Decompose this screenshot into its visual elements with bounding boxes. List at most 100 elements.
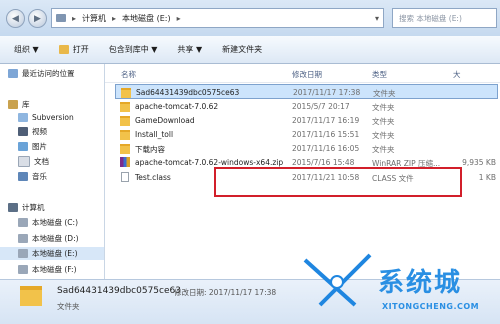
- folder-icon: [120, 102, 130, 112]
- column-header: 名称 修改日期 类型 大: [105, 64, 500, 83]
- chevron-right-icon: ▸: [112, 13, 117, 23]
- file-date: 2017/11/16 16:05: [292, 144, 360, 153]
- file-type: 文件夹: [372, 117, 395, 126]
- chevron-down-icon[interactable]: ▾: [375, 14, 379, 23]
- share-button[interactable]: 共享 ▼: [177, 44, 202, 55]
- include-in-library-label: 包含到库中 ▼: [108, 45, 158, 54]
- pictures-icon: [18, 142, 28, 151]
- nav-item-subversion[interactable]: Subversion: [18, 111, 74, 124]
- nav-label: 本地磁盘 (F:): [32, 265, 77, 274]
- watermark-url: XITONGCHENG.COM: [382, 302, 480, 311]
- nav-label: 视频: [32, 127, 47, 136]
- breadcrumb-drive-e[interactable]: 本地磁盘 (E:): [122, 13, 171, 24]
- file-name: Test.class: [135, 173, 171, 182]
- folder-icon: [20, 286, 42, 306]
- column-date[interactable]: 修改日期: [292, 69, 322, 80]
- nav-item-drive-f[interactable]: 本地磁盘 (F:): [18, 263, 77, 276]
- recent-places-icon: [8, 69, 18, 78]
- folder-icon: [120, 116, 130, 126]
- file-date: 2017/11/16 15:51: [292, 130, 360, 139]
- column-type[interactable]: 类型: [372, 69, 387, 80]
- open-button[interactable]: 打开: [58, 44, 89, 55]
- back-button[interactable]: ◀: [6, 9, 25, 28]
- chevron-right-icon: ▸: [176, 13, 181, 23]
- file-type: 文件夹: [373, 89, 396, 98]
- watermark-text: 系统城: [378, 268, 463, 298]
- nav-item-drive-e[interactable]: 本地磁盘 (E:): [0, 247, 104, 260]
- nav-item-pictures[interactable]: 图片: [18, 140, 47, 153]
- selected-item-name: Sad64431439dbc0575ce63: [57, 286, 181, 296]
- table-row[interactable]: apache-tomcat-7.0.62 2015/5/7 20:17 文件夹: [115, 99, 498, 114]
- selected-item-modified: 修改日期: 2017/11/17 17:38: [174, 288, 277, 297]
- open-icon: [58, 45, 69, 54]
- nav-item-library[interactable]: 库: [8, 98, 30, 111]
- address-input[interactable]: ▸ 计算机 ▸ 本地磁盘 (E:) ▸ ▾: [51, 8, 384, 28]
- winrar-archive-icon: [120, 157, 130, 167]
- nav-label: 计算机: [22, 203, 45, 212]
- drive-icon: [18, 249, 28, 258]
- command-bar: 组织 ▼ 打开 包含到库中 ▼ 共享 ▼ 新建文件夹: [0, 36, 500, 64]
- nav-label: Subversion: [32, 113, 74, 122]
- file-name: 下载内容: [135, 145, 165, 154]
- watermark-logo-icon: [303, 253, 372, 307]
- table-row[interactable]: Install_toll 2017/11/16 15:51 文件夹: [115, 127, 498, 142]
- nav-item-drive-c[interactable]: 本地磁盘 (C:): [18, 216, 78, 229]
- file-size: 9,935 KB: [462, 158, 496, 167]
- file-date: 2015/5/7 20:17: [292, 102, 350, 111]
- folder-icon: [121, 88, 131, 98]
- organize-button[interactable]: 组织 ▼: [14, 44, 39, 55]
- computer-icon: [8, 203, 18, 212]
- video-icon: [18, 127, 28, 136]
- nav-label: 本地磁盘 (C:): [32, 218, 78, 227]
- table-row[interactable]: Sad64431439dbc0575ce63 2017/11/17 17:38 …: [115, 84, 498, 99]
- organize-label: 组织 ▼: [14, 45, 39, 54]
- drive-icon: [18, 218, 28, 227]
- drive-icon: [18, 265, 28, 274]
- nav-item-documents[interactable]: 文档: [18, 155, 49, 168]
- nav-item-video[interactable]: 视频: [18, 125, 47, 138]
- chevron-right-icon: ▸: [72, 13, 77, 23]
- subversion-icon: [18, 113, 28, 122]
- nav-item-music[interactable]: 音乐: [18, 170, 47, 183]
- nav-label: 本地磁盘 (D:): [32, 234, 79, 243]
- forward-button[interactable]: ▶: [28, 9, 47, 28]
- nav-label: 音乐: [32, 172, 47, 181]
- nav-label: 文档: [34, 157, 49, 166]
- file-date: 2015/7/16 15:48: [292, 158, 355, 167]
- column-size[interactable]: 大: [453, 69, 461, 80]
- new-folder-label: 新建文件夹: [222, 45, 263, 54]
- folder-icon: [120, 130, 130, 140]
- nav-label: 图片: [32, 142, 47, 151]
- file-type: 文件夹: [372, 103, 395, 112]
- search-placeholder: 搜索 本地磁盘 (E:): [399, 13, 462, 23]
- file-name: apache-tomcat-7.0.62-windows-x64.zip: [135, 158, 284, 167]
- file-type: 文件夹: [372, 145, 395, 154]
- music-icon: [18, 172, 28, 181]
- nav-label: 最近访问的位置: [22, 69, 75, 78]
- file-size: 1 KB: [478, 173, 496, 182]
- nav-label: 库: [22, 100, 30, 109]
- breadcrumb-computer[interactable]: 计算机: [82, 13, 106, 24]
- documents-icon: [18, 156, 30, 167]
- address-bar-area: ◀ ▶ ▸ 计算机 ▸ 本地磁盘 (E:) ▸ ▾ 搜索 本地磁盘 (E:): [0, 0, 500, 36]
- file-name: Install_toll: [135, 130, 174, 139]
- table-row[interactable]: 下载内容 2017/11/16 16:05 文件夹: [115, 141, 498, 156]
- nav-item-recent[interactable]: 最近访问的位置: [8, 67, 75, 80]
- search-input[interactable]: 搜索 本地磁盘 (E:): [392, 8, 497, 28]
- highlight-annotation: [214, 167, 462, 197]
- column-name[interactable]: 名称: [121, 69, 136, 80]
- file-date: 2017/11/17 17:38: [293, 88, 361, 97]
- file-name: GameDownload: [135, 116, 195, 125]
- new-folder-button[interactable]: 新建文件夹: [222, 44, 262, 55]
- share-label: 共享 ▼: [177, 45, 203, 54]
- selected-item-kind: 文件夹: [57, 302, 80, 311]
- folder-icon: [56, 14, 66, 22]
- nav-label: 本地磁盘 (E:): [32, 249, 78, 258]
- nav-item-computer[interactable]: 计算机: [8, 201, 45, 214]
- drive-icon: [18, 234, 28, 243]
- include-in-library-button[interactable]: 包含到库中 ▼: [109, 44, 158, 55]
- table-row[interactable]: GameDownload 2017/11/17 16:19 文件夹: [115, 113, 498, 128]
- file-date: 2017/11/17 16:19: [292, 116, 360, 125]
- file-icon: [121, 172, 129, 182]
- nav-item-drive-d[interactable]: 本地磁盘 (D:): [18, 232, 79, 245]
